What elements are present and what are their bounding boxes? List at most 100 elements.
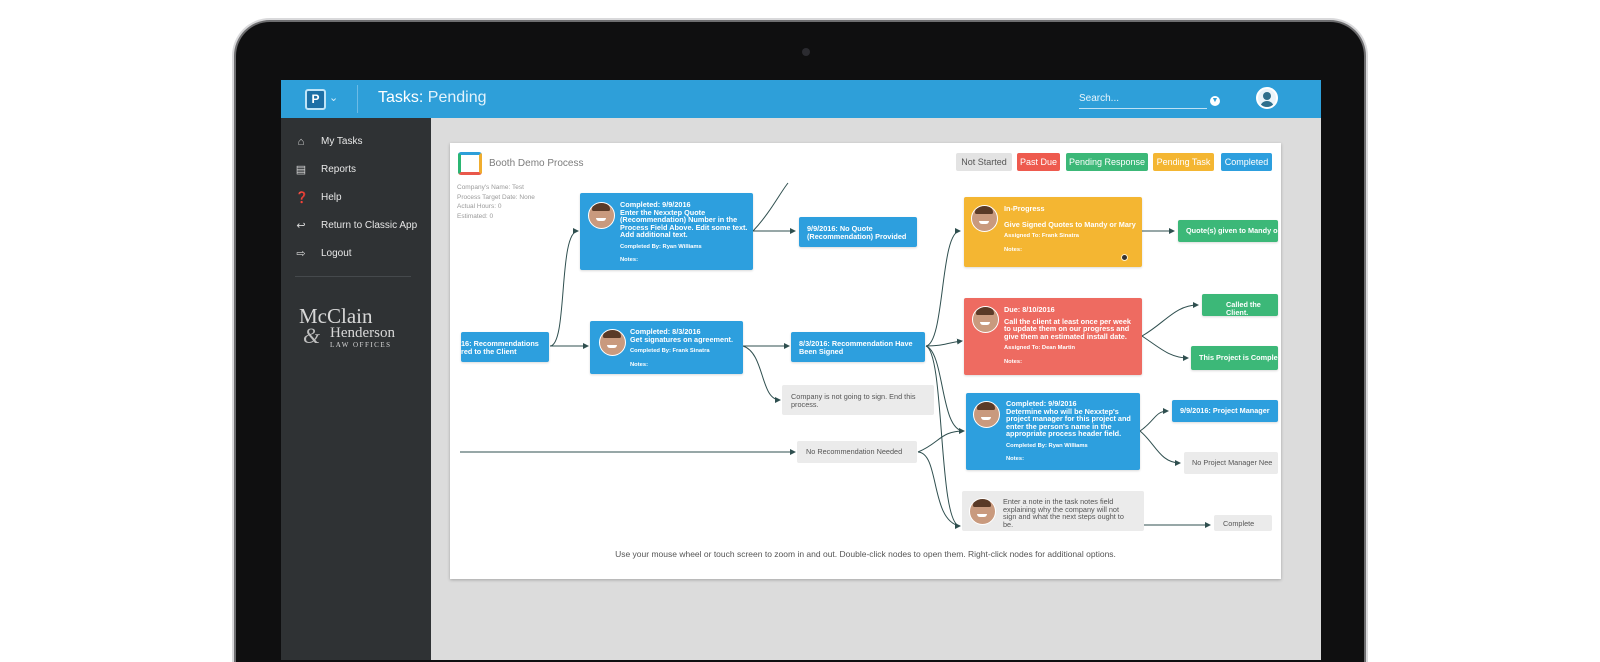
node-complete[interactable]: Complete — [1214, 515, 1272, 531]
sidebar-item-help[interactable]: ❓ Help — [295, 192, 425, 210]
sidebar-item-label: Help — [321, 192, 342, 203]
process-meta: Company's Name: Test Process Target Date… — [457, 183, 535, 221]
meta-target-date: Process Target Date: None — [457, 193, 535, 201]
node-completed-by: Completed By: Ryan Williams — [1006, 442, 1088, 449]
node-line: (Recommendation) Provided — [807, 231, 907, 241]
node-notes: Notes: — [620, 257, 639, 263]
laptop-frame: P ⌄ Tasks: Pending Search... ▼ ⌂ My Task… — [236, 22, 1364, 662]
node-line: Get signatures on agreement. — [630, 334, 733, 344]
company-logo-amp: & — [303, 323, 321, 348]
node-recommendation-signed[interactable]: 8/3/2016: Recommendation Have Been Signed — [791, 332, 925, 362]
node-line: sign and what the next steps ought to — [1003, 512, 1124, 521]
node-assigned-to: Assigned To: Frank Sinatra — [1004, 233, 1079, 239]
node-recommendations[interactable]: 16: Recommendations red to the Client — [461, 332, 549, 362]
node-line: No Recommendation Needed — [806, 447, 903, 456]
node-line: Called the Client. — [1226, 300, 1261, 316]
node-line: Been Signed — [799, 346, 844, 356]
legend-past-due[interactable]: Past Due — [1017, 153, 1060, 171]
node-line: 9/9/2016: Project Manager — [1180, 406, 1270, 415]
sidebar-item-label: Logout — [321, 248, 352, 259]
company-logo-line3: LAW OFFICES — [330, 341, 392, 349]
legend-pending-task[interactable]: Pending Task — [1153, 153, 1214, 171]
node-line: Complete — [1223, 519, 1255, 528]
node-line: appropriate process header field. — [1006, 429, 1122, 438]
sidebar-divider — [295, 276, 411, 277]
avatar — [588, 202, 615, 229]
company-logo: McClain & Henderson LAW OFFICES — [299, 304, 419, 352]
app-screen: P ⌄ Tasks: Pending Search... ▼ ⌂ My Task… — [281, 80, 1321, 660]
node-in-progress[interactable]: In-Progress Give Signed Quotes to Mandy … — [964, 197, 1142, 267]
node-line: give them an estimated install date. — [1004, 331, 1127, 341]
node-project-manager[interactable]: 9/9/2016: Project Manager — [1172, 400, 1278, 422]
meta-estimated: Estimated: 0 — [457, 212, 494, 220]
avatar — [973, 401, 1000, 428]
node-completed-by: Completed By: Ryan Williams — [620, 243, 702, 250]
search-dropdown-icon[interactable]: ▼ — [1210, 96, 1220, 106]
sidebar-item-classic-app[interactable]: ↩ Return to Classic App — [295, 220, 425, 238]
node-line: Give Signed Quotes to Mandy or Mary — [1004, 219, 1136, 229]
meta-company: Company's Name: Test — [457, 184, 524, 191]
canvas-hint: Use your mouse wheel or touch screen to … — [615, 549, 1116, 559]
question-icon: ❓ — [295, 192, 309, 204]
avatar — [599, 329, 626, 356]
node-enter-quote[interactable]: Completed: 9/9/2016 Enter the Nexxtep Qu… — [580, 193, 753, 270]
node-notes: Notes: — [1006, 456, 1025, 462]
node-determine-pm[interactable]: Completed: 9/9/2016 Determine who will b… — [966, 393, 1140, 470]
sidebar-item-label: Reports — [321, 164, 357, 175]
logout-icon: ⇨ — [296, 248, 306, 260]
node-assigned-to: Assigned To: Dean Martin — [1004, 345, 1076, 351]
sidebar-item-label: My Tasks — [321, 136, 363, 147]
bar-chart-icon: ▤ — [295, 164, 307, 176]
node-get-signatures[interactable]: Completed: 8/3/2016 Get signatures on ag… — [590, 321, 743, 374]
page-title-value: Pending — [427, 89, 487, 106]
user-avatar-icon[interactable] — [1256, 87, 1278, 109]
search-input[interactable]: Search... — [1079, 93, 1207, 109]
process-canvas[interactable]: Booth Demo Process Company's Name: Test … — [450, 143, 1281, 579]
camera-dot — [802, 48, 810, 56]
node-line: process. — [791, 399, 819, 409]
meta-actual-hours: Actual Hours: 0 — [457, 203, 502, 210]
avatar — [971, 205, 998, 232]
node-not-going-to-sign[interactable]: Company is not going to sign. End this pr… — [782, 385, 934, 415]
node-no-quote[interactable]: 9/9/2016: No Quote (Recommendation) Provi… — [799, 217, 917, 247]
process-logo-icon — [458, 152, 482, 175]
legend-completed[interactable]: Completed — [1221, 153, 1272, 171]
company-logo-line2: Henderson — [330, 325, 395, 341]
node-line: This Project is Comple — [1199, 353, 1278, 362]
legend-pending-response[interactable]: Pending Response — [1066, 153, 1148, 171]
node-call-client[interactable]: Due: 8/10/2016 Call the client at least … — [964, 298, 1142, 375]
node-line: In-Progress — [1004, 204, 1045, 213]
legend-not-started[interactable]: Not Started — [956, 153, 1012, 171]
home-icon: ⌂ — [297, 136, 305, 148]
node-no-recommendation[interactable]: No Recommendation Needed — [797, 441, 917, 463]
node-notes: Notes: — [630, 361, 649, 368]
node-line: Due: 8/10/2016 — [1004, 305, 1055, 314]
node-enter-note[interactable]: Enter a note in the task notes field exp… — [962, 491, 1144, 531]
node-called-client[interactable]: Called the Client. — [1202, 294, 1278, 316]
top-bar: P ⌄ Tasks: Pending Search... ▼ — [281, 80, 1321, 118]
avatar — [969, 498, 996, 525]
node-completed-by: Completed By: Frank Sinatra — [630, 348, 710, 354]
node-no-project-manager[interactable]: No Project Manager Nee — [1184, 452, 1278, 474]
avatar — [972, 306, 999, 333]
arrow-left-icon: ↩ — [296, 220, 306, 232]
page-title: Tasks: Pending — [378, 89, 487, 107]
node-notes: Notes: — [1004, 358, 1023, 365]
node-quotes-given[interactable]: Quote(s) given to Mandy o — [1178, 220, 1278, 242]
chevron-down-icon[interactable]: ⌄ — [329, 91, 338, 104]
node-project-complete[interactable]: This Project is Comple — [1191, 346, 1278, 370]
sidebar: ⌂ My Tasks ▤ Reports ❓ Help ↩ Return to … — [281, 118, 431, 660]
gear-icon[interactable] — [1121, 254, 1128, 261]
node-line: Quote(s) given to Mandy o — [1186, 226, 1278, 235]
sidebar-item-my-tasks[interactable]: ⌂ My Tasks — [295, 136, 425, 154]
node-line: No Project Manager Nee — [1192, 458, 1273, 467]
sidebar-item-label: Return to Classic App — [321, 220, 418, 231]
sidebar-item-logout[interactable]: ⇨ Logout — [295, 248, 425, 266]
node-line: red to the Client — [461, 346, 517, 356]
divider — [357, 85, 358, 113]
app-logo-icon[interactable]: P — [305, 89, 326, 110]
node-line: Add additional text. — [620, 230, 688, 239]
node-notes: Notes: — [1004, 246, 1023, 253]
sidebar-item-reports[interactable]: ▤ Reports — [295, 164, 425, 182]
process-title: Booth Demo Process — [489, 158, 584, 169]
